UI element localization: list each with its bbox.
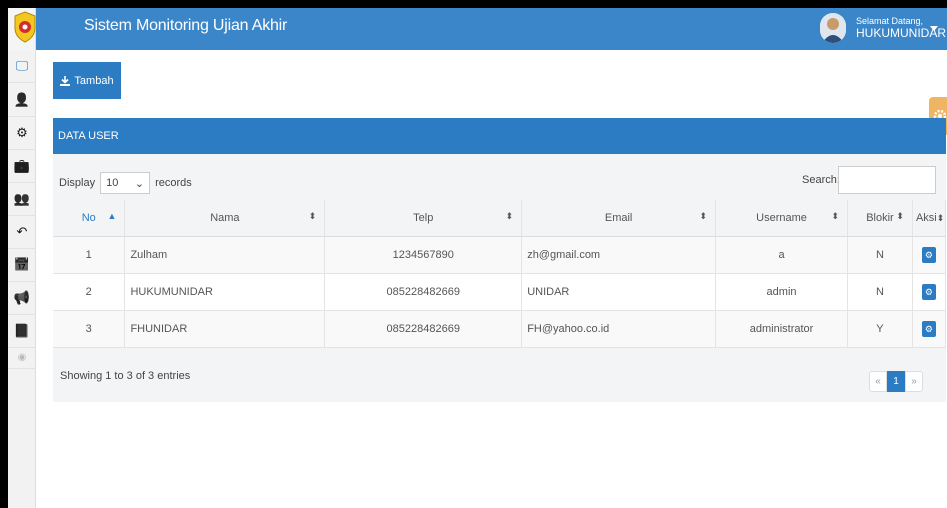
download-icon bbox=[60, 75, 71, 86]
bullhorn-icon: 📢 bbox=[13, 290, 31, 306]
cell-nama: FHUNIDAR bbox=[124, 310, 326, 348]
search-label: Search: bbox=[802, 174, 840, 186]
row-settings-button[interactable]: ⚙ bbox=[921, 320, 936, 337]
panel-title: DATA USER bbox=[53, 118, 946, 154]
welcome-text: Selamat Datang, bbox=[856, 16, 924, 26]
pagination-prev[interactable]: « bbox=[869, 371, 887, 392]
cell-aksi: ⚙ bbox=[912, 236, 947, 274]
column-header-email[interactable]: Email ⬍ bbox=[521, 200, 717, 237]
cell-telp: 085228482669 bbox=[324, 273, 523, 311]
sort-icon: ⬍ bbox=[505, 211, 514, 221]
cell-telp: 1234567890 bbox=[324, 236, 523, 274]
sort-asc-icon: ▲ bbox=[107, 211, 117, 221]
cell-blokir: Y bbox=[847, 310, 913, 348]
cell-username: a bbox=[715, 236, 848, 274]
column-header-no[interactable]: No ▲ bbox=[53, 200, 126, 237]
sidebar-item-calendar[interactable]: 📅 bbox=[8, 249, 36, 282]
cell-aksi: ⚙ bbox=[912, 310, 947, 348]
cell-telp: 085228482669 bbox=[324, 310, 523, 348]
collapse-icon: ◉ bbox=[17, 352, 27, 363]
display-label: Display bbox=[59, 177, 96, 189]
cell-nama: HUKUMUNIDAR bbox=[124, 273, 326, 311]
cell-no: 1 bbox=[53, 236, 126, 274]
cell-username: admin bbox=[715, 273, 848, 311]
gear-icon: ⚙ bbox=[924, 323, 933, 334]
search-input[interactable] bbox=[838, 166, 936, 194]
sort-icon: ⬍ bbox=[308, 211, 317, 221]
table-info: Showing 1 to 3 of 3 entries bbox=[60, 370, 191, 382]
sidebar-item-reply[interactable]: ↶ bbox=[8, 216, 36, 249]
chevron-down-icon: ⌄ bbox=[134, 177, 145, 190]
user-menu[interactable]: Selamat Datang, HUKUMUNIDAR bbox=[816, 8, 947, 50]
length-control: Display 10 ⌄ records bbox=[59, 172, 192, 194]
book-icon: 📘 bbox=[13, 323, 31, 339]
sidebar-item-bullhorn[interactable]: 📢 bbox=[8, 282, 36, 315]
table-header-row: No ▲ Nama ⬍ Telp ⬍ Email ⬍ Username ⬍ Blokir ⬍… bbox=[53, 200, 947, 237]
column-header-username[interactable]: Username ⬍ bbox=[715, 200, 848, 237]
desktop-icon: 🖵 bbox=[15, 58, 29, 74]
sort-icon: ⬍ bbox=[896, 211, 904, 221]
records-per-page-value: 10 bbox=[106, 177, 119, 189]
cell-no: 2 bbox=[53, 273, 126, 311]
column-header-nama[interactable]: Nama ⬍ bbox=[124, 200, 326, 237]
row-settings-button[interactable]: ⚙ bbox=[921, 283, 936, 300]
cell-email: FH@yahoo.co.id bbox=[521, 310, 717, 348]
sidebar-item-user[interactable]: 👤 bbox=[8, 84, 36, 117]
pagination-next[interactable]: » bbox=[905, 371, 923, 392]
records-label: records bbox=[155, 177, 192, 189]
sort-icon: ⬍ bbox=[831, 211, 839, 221]
sidebar-item-briefcase[interactable]: 💼 bbox=[8, 150, 36, 183]
cell-blokir: N bbox=[847, 273, 913, 311]
sidebar-item-desktop[interactable]: 🖵 bbox=[8, 50, 43, 83]
cell-aksi: ⚙ bbox=[912, 273, 947, 311]
row-settings-button[interactable]: ⚙ bbox=[921, 246, 936, 263]
cell-nama: Zulham bbox=[124, 236, 326, 274]
briefcase-icon: 💼 bbox=[13, 158, 31, 174]
add-button[interactable]: Tambah bbox=[53, 62, 121, 99]
sidebar: 🖵 👤 ⚙ 💼 👥 ↶ 📅 📢 📘 ◉ bbox=[8, 50, 43, 508]
sidebar-item-users[interactable]: 👥 bbox=[8, 183, 36, 216]
user-table: No ▲ Nama ⬍ Telp ⬍ Email ⬍ Username ⬍ Blokir ⬍… bbox=[53, 200, 947, 348]
sort-icon: ⬍ bbox=[699, 211, 708, 221]
column-header-blokir[interactable]: Blokir ⬍ bbox=[847, 200, 913, 237]
sidebar-item-collapse[interactable]: ◉ bbox=[8, 347, 36, 369]
window-frame-top bbox=[0, 0, 947, 8]
sort-icon: ⬍ bbox=[936, 212, 945, 223]
chevron-down-icon bbox=[930, 26, 938, 31]
column-header-aksi[interactable]: Aksi⬍ bbox=[912, 200, 947, 237]
reply-icon: ↶ bbox=[16, 224, 28, 240]
gear-icon: ⚙ bbox=[924, 249, 933, 260]
table-row: 3 FHUNIDAR 085228482669 FH@yahoo.co.id a… bbox=[53, 310, 947, 348]
table-row: 1 Zulham 1234567890 zh@gmail.com a N ⚙ bbox=[53, 236, 947, 274]
gear-icon: ⚙ bbox=[924, 286, 933, 297]
users-icon: 👥 bbox=[13, 191, 31, 207]
cell-email: UNIDAR bbox=[521, 273, 717, 311]
cell-username: administrator bbox=[715, 310, 848, 348]
calendar-icon: 📅 bbox=[13, 257, 31, 273]
sidebar-item-book[interactable]: 📘 bbox=[8, 315, 36, 348]
data-user-panel: DATA USER Display 10 ⌄ records Search: N… bbox=[53, 118, 947, 402]
cell-email: zh@gmail.com bbox=[521, 236, 717, 274]
app-title: Sistem Monitoring Ujian Akhir bbox=[84, 17, 288, 34]
pagination-page-1[interactable]: 1 bbox=[887, 371, 905, 392]
cell-no: 3 bbox=[53, 310, 126, 348]
records-per-page-select[interactable]: 10 ⌄ bbox=[100, 172, 151, 194]
sidebar-item-gear[interactable]: ⚙ bbox=[8, 117, 36, 150]
gear-icon: ⚙ bbox=[16, 125, 28, 141]
user-icon: 👤 bbox=[13, 92, 31, 108]
cell-blokir: N bbox=[847, 236, 913, 274]
window-frame-left bbox=[0, 0, 8, 508]
column-header-telp[interactable]: Telp ⬍ bbox=[324, 200, 523, 237]
user-avatar bbox=[820, 13, 846, 43]
pagination: « 1 » bbox=[869, 371, 923, 392]
add-button-label: Tambah bbox=[74, 74, 114, 87]
table-row: 2 HUKUMUNIDAR 085228482669 UNIDAR admin … bbox=[53, 273, 947, 311]
university-logo bbox=[14, 11, 36, 43]
